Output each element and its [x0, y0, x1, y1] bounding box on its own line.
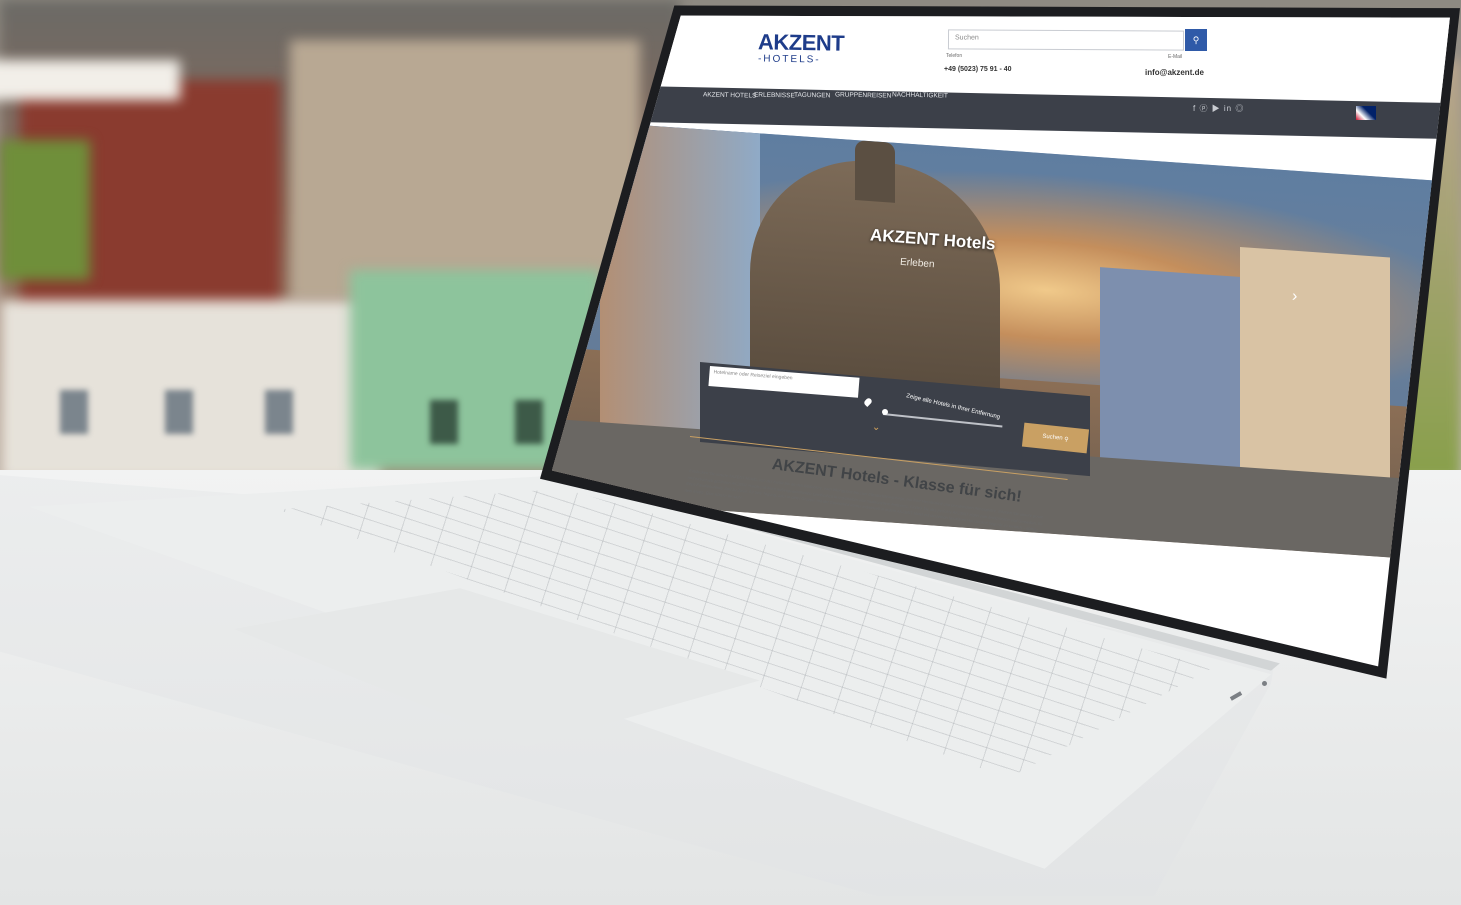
chevron-down-icon[interactable]: ⌄ [872, 422, 881, 434]
search-icon[interactable]: ⚲ [1185, 29, 1207, 51]
nav-item-akzent-hotels[interactable]: AKZENT HOTELS [703, 91, 756, 99]
phone-number[interactable]: +49 (5023) 75 91 - 40 [944, 66, 1012, 73]
distance-slider-handle[interactable] [882, 409, 888, 415]
search-button-label: Suchen [1042, 433, 1063, 442]
email-link[interactable]: info@akzent.de [1145, 68, 1204, 77]
phone-label: Telefon [946, 53, 963, 59]
nav-item-erlebnisse[interactable]: ERLEBNISSE [754, 92, 795, 100]
magnifier-icon: ⚲ [1062, 436, 1069, 443]
nav-item-nachhaltigkeit[interactable]: NACHHALTIGKEIT [892, 91, 948, 99]
logo-subtitle: -HOTELS- [757, 53, 821, 66]
nav-item-tagungen[interactable]: TAGUNGEN [794, 92, 831, 100]
uk-flag-icon[interactable] [1356, 106, 1376, 120]
site-search-input[interactable]: Suchen [947, 29, 1185, 51]
akzent-logo[interactable]: AKZENT [758, 29, 845, 57]
email-label: E-Mail [1168, 54, 1183, 60]
laptop-screen: AKZENT -HOTELS- Suchen ⚲ Telefon +49 (50… [540, 0, 1460, 680]
nav-item-gruppenreisen[interactable]: GRUPPENREISEN [835, 91, 892, 99]
social-icons[interactable]: f ⓟ ▶ in ◎ [1193, 103, 1244, 114]
audio-jack-icon [1262, 681, 1267, 686]
